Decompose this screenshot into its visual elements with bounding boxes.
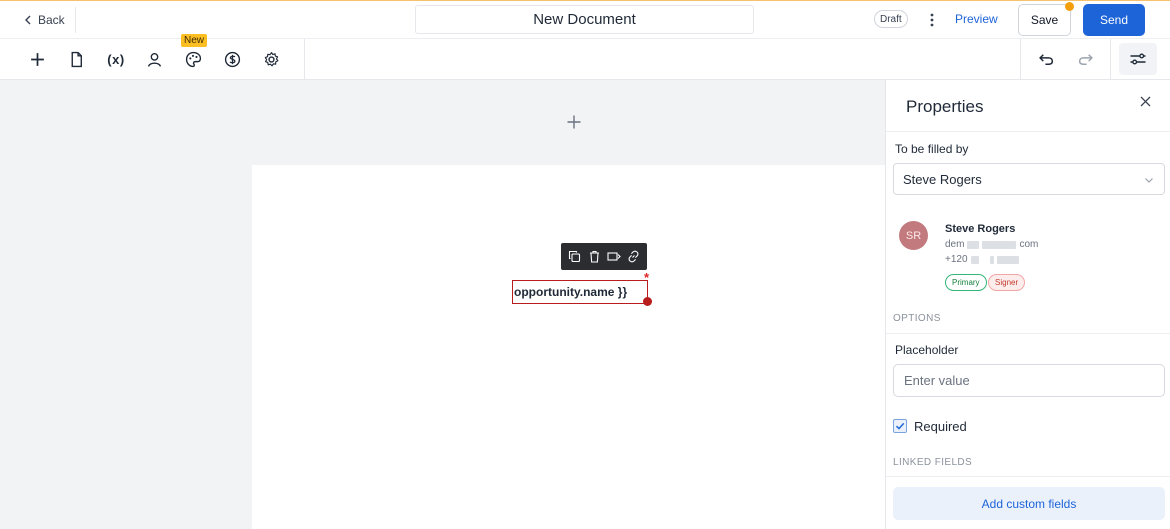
document-icon[interactable] (66, 49, 86, 69)
chevron-down-icon (1144, 175, 1154, 185)
filled-by-label: To be filled by (895, 142, 969, 156)
required-marker: * (644, 270, 650, 285)
filled-by-value: Steve Rogers (903, 171, 982, 187)
divider (75, 7, 76, 33)
merge-field[interactable]: opportunity.name }} (512, 280, 648, 304)
redacted-text (996, 255, 1019, 264)
new-badge: New (181, 34, 208, 47)
divider (1110, 39, 1111, 79)
avatar: SR (899, 221, 928, 250)
pricing-icon[interactable] (222, 49, 242, 69)
add-page-icon[interactable] (565, 113, 583, 131)
filled-by-select[interactable]: Steve Rogers (893, 163, 1165, 195)
properties-panel: Properties To be filled by Steve Rogers … (885, 80, 1170, 529)
placeholder-input[interactable]: Enter value (893, 364, 1165, 397)
variables-icon[interactable]: (x) (103, 49, 129, 69)
required-label: Required (914, 419, 967, 434)
email-suffix: com (1019, 239, 1039, 250)
recipient-name: Steve Rogers (945, 223, 1016, 235)
field-resize-handle[interactable] (643, 297, 652, 306)
linked-fields-heading: LINKED FIELDS (893, 457, 973, 468)
add-custom-fields-button[interactable]: Add custom fields (893, 487, 1165, 520)
divider (886, 131, 1170, 132)
redacted-text (989, 255, 994, 264)
panel-title: Properties (906, 97, 984, 116)
sliders-icon (1129, 51, 1147, 67)
recipient-phone: +120 (945, 254, 1019, 265)
email-prefix: dem (945, 239, 965, 250)
role-tag-primary: Primary (945, 274, 987, 291)
divider (886, 476, 1170, 477)
document-title-input[interactable]: New Document (415, 5, 754, 34)
add-element-icon[interactable] (27, 49, 47, 69)
field-actions-toolbar (561, 243, 647, 270)
back-button[interactable]: Back (22, 9, 65, 31)
required-checkbox[interactable] (893, 419, 907, 433)
recipient-icon[interactable] (144, 49, 164, 69)
back-label: Back (38, 13, 65, 27)
placeholder-label: Placeholder (895, 343, 959, 357)
properties-toggle-button[interactable] (1119, 43, 1157, 75)
top-bar: Back New Document Draft Preview Save Sen… (0, 0, 1170, 39)
trash-icon[interactable] (586, 249, 602, 265)
redacted-text (970, 255, 979, 264)
chevron-left-icon (22, 14, 34, 26)
divider (886, 333, 1170, 334)
undo-icon[interactable] (1036, 49, 1056, 69)
preview-button[interactable]: Preview (955, 12, 998, 26)
gear-icon[interactable] (261, 49, 281, 69)
phone-prefix: +120 (945, 254, 968, 265)
redo-icon[interactable] (1075, 49, 1095, 69)
redacted-text (967, 240, 980, 249)
divider (304, 39, 305, 79)
status-badge: Draft (874, 10, 908, 28)
document-page (252, 165, 886, 529)
close-icon[interactable] (1138, 94, 1152, 108)
recipient-email: dem com (945, 239, 1038, 250)
resize-field-icon[interactable] (606, 249, 622, 265)
copy-icon[interactable] (567, 249, 583, 265)
link-icon[interactable] (625, 249, 641, 265)
more-options-icon[interactable] (924, 10, 940, 30)
send-button[interactable]: Send (1083, 4, 1145, 36)
role-tag-signer: Signer (988, 274, 1026, 291)
palette-icon[interactable] (183, 49, 203, 69)
save-button[interactable]: Save (1018, 4, 1071, 36)
redacted-text (982, 240, 1017, 249)
unsaved-indicator (1065, 2, 1074, 11)
options-heading: OPTIONS (893, 313, 941, 324)
checkmark-icon (895, 421, 905, 431)
editor-toolbar: (x) New (0, 34, 1170, 80)
divider (1020, 39, 1021, 79)
